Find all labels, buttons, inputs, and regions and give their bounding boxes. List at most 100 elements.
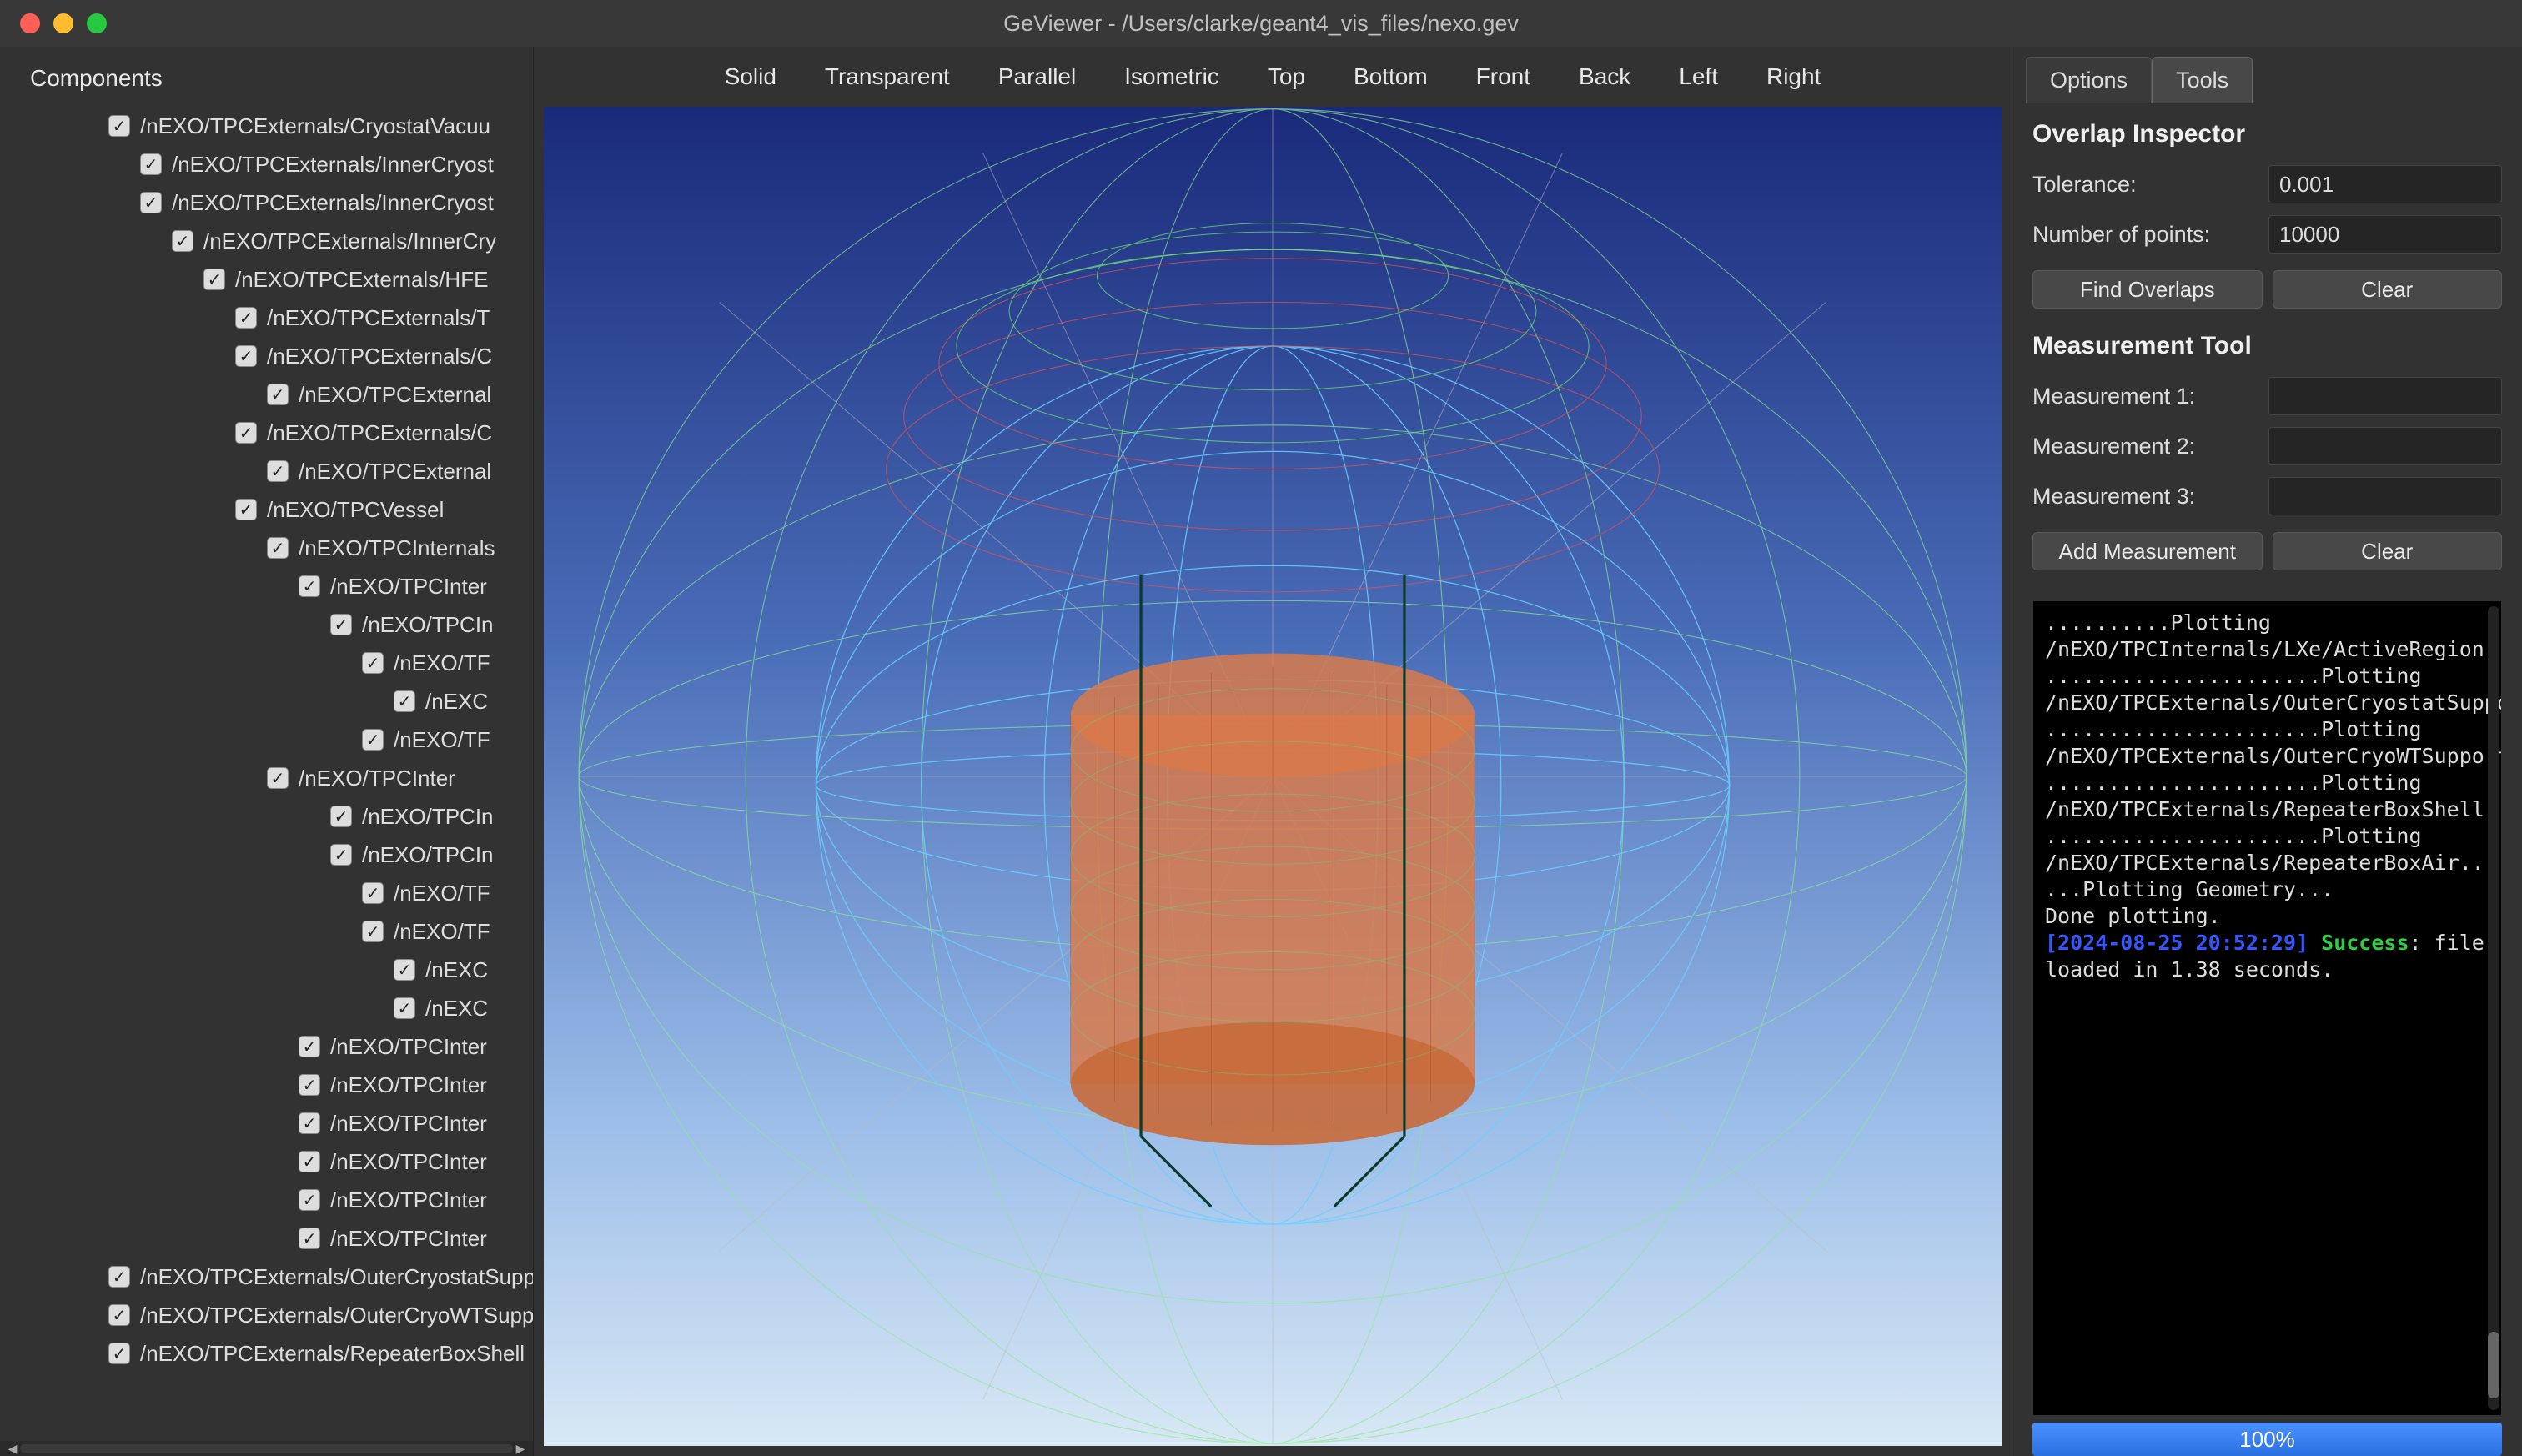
tree-item[interactable]: ✓/nEXO/TPCInter <box>0 1181 533 1219</box>
tree-item[interactable]: ✓/nEXO/TPCExternal <box>0 375 533 414</box>
view-mode-transparent[interactable]: Transparent <box>825 63 950 90</box>
tree-item[interactable]: ✓/nEXO/TPCInter <box>0 1142 533 1181</box>
view-mode-isometric[interactable]: Isometric <box>1124 63 1219 90</box>
tree-checkbox[interactable]: ✓ <box>235 422 257 444</box>
tree-checkbox[interactable]: ✓ <box>394 997 415 1019</box>
tree-checkbox[interactable]: ✓ <box>108 115 130 137</box>
tree-checkbox[interactable]: ✓ <box>362 921 384 942</box>
add-measurement-button[interactable]: Add Measurement <box>2032 532 2263 570</box>
tree-item[interactable]: ✓/nEXO/TPCExternals/InnerCry <box>0 222 533 260</box>
measurement3-input[interactable] <box>2268 477 2502 515</box>
points-input[interactable] <box>2268 215 2502 254</box>
tree-item[interactable]: ✓/nEXO/TPCVessel <box>0 490 533 529</box>
tree-checkbox[interactable]: ✓ <box>108 1266 130 1288</box>
scroll-track[interactable] <box>20 1444 513 1453</box>
tree-item[interactable]: ✓/nEXO/TPCExternal <box>0 452 533 490</box>
tree-item-label: /nEXO/TPCInter <box>330 1072 487 1098</box>
tree-checkbox[interactable]: ✓ <box>108 1343 130 1364</box>
tree-checkbox[interactable]: ✓ <box>299 1074 320 1096</box>
tree-checkbox[interactable]: ✓ <box>299 1112 320 1134</box>
maximize-window-button[interactable] <box>87 13 107 33</box>
tree-item[interactable]: ✓/nEXO/TPCInter <box>0 759 533 797</box>
tree-item[interactable]: ✓/nEXO/TPCExternals/HFE <box>0 260 533 299</box>
tree-checkbox[interactable]: ✓ <box>394 690 415 712</box>
tree-item[interactable]: ✓/nEXO/TPCInter <box>0 1104 533 1142</box>
tree-checkbox[interactable]: ✓ <box>330 806 352 827</box>
tree-checkbox[interactable]: ✓ <box>140 153 162 175</box>
minimize-window-button[interactable] <box>53 13 73 33</box>
tree-checkbox[interactable]: ✓ <box>267 767 289 789</box>
tree-checkbox[interactable]: ✓ <box>299 1189 320 1211</box>
tree-checkbox[interactable]: ✓ <box>235 499 257 520</box>
tree-item[interactable]: ✓/nEXO/TPCExternals/InnerCryost <box>0 183 533 222</box>
tree-item[interactable]: ✓/nEXO/TPCExternals/T <box>0 299 533 337</box>
view-mode-back[interactable]: Back <box>1579 63 1630 90</box>
tolerance-input[interactable] <box>2268 165 2502 203</box>
tree-item[interactable]: ✓/nEXO/TPCInter <box>0 567 533 605</box>
view-mode-top[interactable]: Top <box>1268 63 1305 90</box>
tree-item[interactable]: ✓/nEXO/TF <box>0 644 533 682</box>
tree-checkbox[interactable]: ✓ <box>267 460 289 482</box>
scroll-left-icon[interactable]: ◀ <box>5 1443 20 1454</box>
tree-item[interactable]: ✓/nEXO/TPCIn <box>0 797 533 836</box>
tree-checkbox[interactable]: ✓ <box>299 1036 320 1057</box>
tree-item[interactable]: ✓/nEXO/TPCIn <box>0 836 533 874</box>
close-window-button[interactable] <box>20 13 40 33</box>
components-tree[interactable]: ✓/nEXO/TPCExternals/CryostatVacuu✓/nEXO/… <box>0 107 533 1441</box>
tab-tools[interactable]: Tools <box>2152 57 2253 103</box>
tree-checkbox[interactable]: ✓ <box>330 844 352 866</box>
tree-item[interactable]: ✓ /nEXO/TPCInter <box>0 1066 533 1104</box>
view-mode-left[interactable]: Left <box>1679 63 1718 90</box>
tree-checkbox[interactable]: ✓ <box>235 345 257 367</box>
tree-item[interactable]: ✓/nEXO/TPCInternals <box>0 529 533 567</box>
tree-checkbox[interactable]: ✓ <box>362 729 384 751</box>
tree-checkbox[interactable]: ✓ <box>203 269 225 290</box>
tree-checkbox[interactable]: ✓ <box>362 882 384 904</box>
tree-item[interactable]: ✓/nEXO/TPCExternals/OuterCryostatSuppor <box>0 1258 533 1296</box>
view-mode-parallel[interactable]: Parallel <box>998 63 1076 90</box>
console-scrollbar[interactable] <box>2488 606 2499 1410</box>
tree-checkbox[interactable]: ✓ <box>330 614 352 635</box>
tree-item[interactable]: ✓/nEXC <box>0 989 533 1027</box>
tab-options[interactable]: Options <box>2026 57 2152 103</box>
tree-checkbox[interactable]: ✓ <box>172 230 193 252</box>
tree-item[interactable]: ✓/nEXO/TPCInter <box>0 1027 533 1066</box>
console-scroll-thumb[interactable] <box>2488 1332 2499 1398</box>
tree-item[interactable]: ✓/nEXO/TPCExternals/C <box>0 337 533 375</box>
view-mode-front[interactable]: Front <box>1476 63 1530 90</box>
console-output[interactable]: ..........Plotting /nEXO/TPCInternals/LX… <box>2032 600 2502 1416</box>
tree-item[interactable]: ✓/nEXO/TPCExternals/CryostatVacuu <box>0 107 533 145</box>
tree-checkbox[interactable]: ✓ <box>235 307 257 329</box>
horizontal-scrollbar[interactable]: ◀ ▶ <box>0 1441 533 1456</box>
tree-checkbox[interactable]: ✓ <box>108 1304 130 1326</box>
tree-checkbox[interactable]: ✓ <box>299 1151 320 1172</box>
tree-checkbox[interactable]: ✓ <box>299 575 320 597</box>
tree-checkbox[interactable]: ✓ <box>267 384 289 405</box>
clear-measurement-button[interactable]: Clear <box>2273 532 2503 570</box>
tree-item[interactable]: ✓/nEXO/TPCExternals/C <box>0 414 533 452</box>
scroll-right-icon[interactable]: ▶ <box>513 1443 528 1454</box>
tree-item[interactable]: ✓/nEXO/TPCInter <box>0 1219 533 1258</box>
tree-item[interactable]: ✓/nEXO/TF <box>0 912 533 951</box>
tree-item[interactable]: ✓/nEXC <box>0 682 533 720</box>
tree-checkbox[interactable]: ✓ <box>362 652 384 674</box>
view-mode-bottom[interactable]: Bottom <box>1354 63 1428 90</box>
tree-checkbox[interactable]: ✓ <box>140 192 162 213</box>
tree-item[interactable]: ✓/nEXO/TF <box>0 874 533 912</box>
tree-checkbox[interactable]: ✓ <box>267 537 289 559</box>
tree-item[interactable]: ✓/nEXO/TPCExternals/RepeaterBoxShell <box>0 1334 533 1373</box>
measurement1-input[interactable] <box>2268 377 2502 415</box>
tree-checkbox[interactable]: ✓ <box>394 959 415 981</box>
tree-item[interactable]: ✓/nEXO/TPCExternals/InnerCryost <box>0 145 533 183</box>
viewport-3d[interactable] <box>544 107 2002 1446</box>
tree-item[interactable]: ✓/nEXO/TF <box>0 720 533 759</box>
tree-item[interactable]: ✓/nEXO/TPCIn <box>0 605 533 644</box>
tree-item[interactable]: ✓/nEXO/TPCExternals/OuterCryoWTSupport <box>0 1296 533 1334</box>
measurement2-input[interactable] <box>2268 427 2502 465</box>
view-mode-right[interactable]: Right <box>1766 63 1821 90</box>
view-mode-solid[interactable]: Solid <box>725 63 776 90</box>
tree-checkbox[interactable]: ✓ <box>299 1228 320 1249</box>
find-overlaps-button[interactable]: Find Overlaps <box>2032 270 2263 309</box>
tree-item[interactable]: ✓/nEXC <box>0 951 533 989</box>
clear-overlaps-button[interactable]: Clear <box>2273 270 2503 309</box>
